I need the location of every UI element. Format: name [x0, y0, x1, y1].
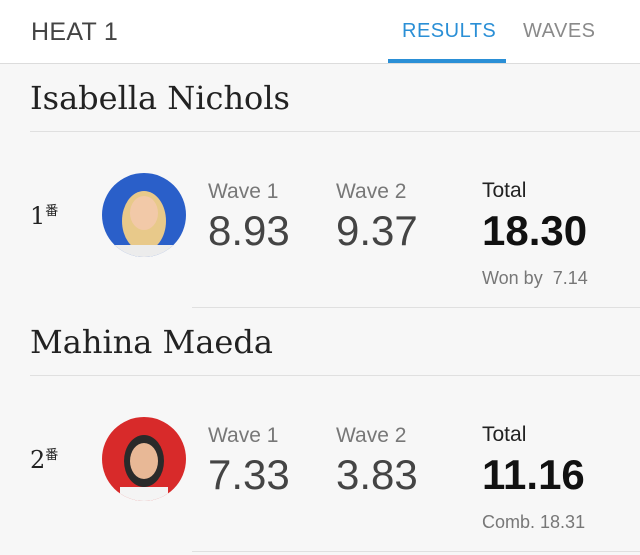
person-silhouette-icon	[114, 191, 174, 257]
wave2-label: Wave 2	[336, 180, 407, 203]
wave1-label: Wave 1	[208, 180, 279, 203]
person-silhouette-icon	[120, 435, 168, 501]
total-label: Total	[482, 423, 527, 446]
wave1-label: Wave 1	[208, 424, 279, 447]
wave1-score: 7.33	[208, 451, 290, 498]
surfer-avatar	[102, 417, 186, 501]
divider	[30, 375, 640, 376]
tab-waves[interactable]: WAVES	[523, 20, 596, 43]
surfer-name: Isabella Nichols	[30, 79, 290, 117]
surfer-avatar	[102, 173, 186, 257]
total-score: 11.16	[482, 451, 585, 498]
total-score: 18.30	[482, 207, 588, 254]
divider	[192, 551, 640, 552]
divider	[30, 131, 640, 132]
wave1-score: 8.93	[208, 207, 290, 254]
rank: 2番	[30, 446, 59, 474]
wave2-score: 3.83	[336, 451, 418, 498]
surfer-name: Mahina Maeda	[30, 323, 273, 361]
won-by-note: Won by 7.14	[482, 268, 588, 288]
wave2-score: 9.37	[336, 207, 418, 254]
tab-results[interactable]: RESULTS	[402, 20, 496, 43]
top-bar: HEAT 1 RESULTS WAVES	[0, 0, 640, 64]
wave2-label: Wave 2	[336, 424, 407, 447]
rank: 1番	[30, 202, 59, 230]
heat-title: HEAT 1	[31, 18, 119, 46]
total-label: Total	[482, 179, 527, 202]
combined-note: Comb. 18.31	[482, 512, 586, 532]
active-tab-indicator	[388, 59, 506, 63]
divider	[192, 307, 640, 308]
